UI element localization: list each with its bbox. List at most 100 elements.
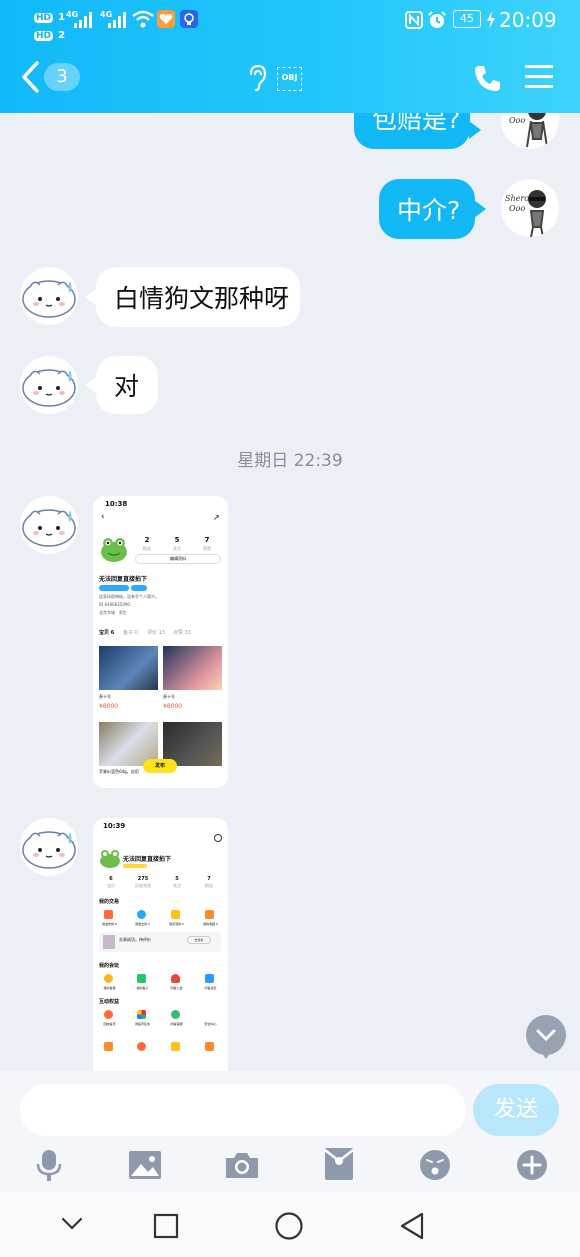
message-bubble-outgoing[interactable]: 中介? — [379, 179, 475, 239]
microphone-icon[interactable] — [35, 1148, 63, 1184]
my-avatar[interactable]: Shero Ooo — [501, 113, 559, 149]
nav-collapse-icon[interactable] — [60, 1215, 84, 1231]
menu-icon[interactable] — [525, 63, 553, 89]
shot-stat-label: 历史浏览 — [135, 883, 151, 888]
emoji-icon[interactable] — [419, 1149, 451, 1181]
message-text: 对 — [114, 372, 140, 401]
shot-edit-button: 编辑资料 — [135, 554, 221, 564]
nav-home-icon[interactable] — [274, 1211, 304, 1241]
svg-text:Shero: Shero — [505, 113, 529, 115]
message-text: 白情狗文那种呀 — [114, 284, 290, 313]
shot-product-title: 苹果ar蓝色64g，自用 — [99, 769, 139, 774]
contact-avatar[interactable] — [20, 267, 78, 325]
shot-stat-num: 6 — [109, 876, 113, 882]
shot-tab: 宝贝 6 — [99, 630, 115, 636]
contact-avatar[interactable] — [20, 818, 78, 876]
shot-product-price: ¥6000 — [99, 703, 119, 710]
shot-perk-label: 回收鱼币 — [103, 1022, 116, 1026]
shot-tab: 点赞 31 — [173, 630, 191, 636]
image-message-account-screenshot[interactable]: 10:39 无法回复直接拍下 6 宝贝 275 历史浏览 5 关注 7 粉丝 我… — [93, 818, 228, 1071]
chevron-down-icon — [536, 1029, 556, 1059]
shot-trade-label: 我买到的 0 — [169, 922, 184, 926]
ear-icon[interactable] — [246, 64, 268, 92]
phone-call-icon[interactable] — [473, 64, 501, 92]
more-plus-icon[interactable] — [516, 1149, 548, 1181]
shot-stat-label: 关注 — [173, 883, 181, 888]
send-button[interactable]: 发送 — [473, 1084, 559, 1136]
shot-section-title: 互动权益 — [99, 999, 120, 1005]
battery-indicator: 45 — [453, 10, 481, 28]
shot-trade-icon — [205, 910, 214, 919]
shot-perk-icon — [137, 1042, 146, 1051]
shot-stat-num: 7 — [207, 876, 211, 882]
svg-text:Ooo: Ooo — [509, 116, 525, 125]
shot-product-title: 贵十号 — [99, 694, 111, 699]
system-nav-bar — [0, 1193, 580, 1257]
shot-perk-icon — [171, 1010, 180, 1019]
shot-product-image — [99, 646, 158, 690]
shot-level-tag — [123, 864, 147, 868]
shot-fun-icon — [205, 974, 214, 983]
unread-count-badge[interactable]: 3 — [44, 63, 80, 91]
chat-header: HD 1 HD 2 4G 4G 45 20:09 3 OBJ — [0, 0, 580, 113]
shot-fun-label: 闲鱼公益 — [170, 986, 183, 990]
shot-banner-button: 去评价 — [187, 936, 211, 944]
shot-settings-icon — [214, 834, 222, 842]
bubble-tail — [469, 121, 481, 139]
back-chevron-icon[interactable] — [20, 60, 42, 94]
shot-perk-icon — [205, 1042, 214, 1051]
shot-stat-num: 2 — [144, 536, 150, 544]
shot-frog-avatar — [101, 538, 127, 562]
shot-perk-label: 闲鱼币任务 — [134, 1022, 150, 1026]
message-bubble-incoming[interactable]: 白情狗文那种呀 — [96, 267, 300, 327]
shot-id: ID 6466625490 — [99, 602, 130, 607]
lightbulb-app-icon — [180, 10, 198, 28]
camera-icon[interactable] — [224, 1150, 260, 1180]
chat-scroll-area[interactable]: 包赔是? Shero Ooo 中介? Shero Ooo — [0, 113, 580, 1071]
shot-trade-icon — [171, 910, 180, 919]
shot-stat-num: 5 — [174, 536, 180, 544]
nav-back-icon[interactable] — [398, 1211, 426, 1241]
contact-avatar[interactable] — [20, 356, 78, 414]
my-avatar[interactable]: Shero Ooo — [501, 179, 559, 237]
image-message-profile-screenshot[interactable]: 10:38 ‹ ↗ 2 粉丝 5 关注 7 获赞 编辑资料 无法回复直接拍下 这… — [93, 496, 228, 788]
shot-perk-icon — [171, 1042, 180, 1051]
alarm-icon — [428, 11, 446, 28]
nav-recents-icon[interactable] — [153, 1213, 179, 1239]
message-bubble-outgoing[interactable]: 包赔是? — [354, 113, 470, 149]
shot-location: 北京东城 · 男生 — [99, 610, 127, 615]
shot-fun-icon — [171, 974, 180, 983]
message-input[interactable] — [20, 1084, 466, 1136]
shot-bio: 这家伙很神秘，没有写个人简介。 — [99, 594, 159, 599]
shot-tab: 评价 13 — [147, 630, 165, 636]
shot-fun-label: 我的鱼子 — [136, 986, 149, 990]
shot-perk-icon — [104, 1010, 113, 1019]
shot-fun-icon — [137, 974, 146, 983]
shot-username: 无法回复直接拍下 — [99, 576, 148, 583]
shot-username: 无法回复直接拍下 — [123, 856, 172, 863]
message-bubble-incoming[interactable]: 对 — [96, 356, 158, 414]
contact-avatar[interactable] — [20, 496, 78, 554]
shot-banner-text: 交易成功，待评价 — [119, 937, 151, 942]
svg-text:Shero: Shero — [505, 194, 529, 203]
scroll-to-bottom-button[interactable] — [526, 1015, 566, 1059]
shot-publish-label: 发布 — [154, 763, 165, 769]
shot-stat-label: 粉丝 — [205, 883, 213, 888]
shot-stat-num: 7 — [204, 536, 210, 544]
sim1-indicator: HD 1 — [34, 5, 65, 24]
wifi-icon — [132, 10, 154, 28]
shot-fun-label: 我的鱼塘 — [103, 986, 116, 990]
shot-publish-button: 发布 — [143, 759, 177, 773]
charging-icon — [487, 11, 495, 29]
image-picker-icon[interactable] — [128, 1150, 162, 1180]
shot-section-title: 我的会玩 — [99, 963, 120, 969]
red-packet-icon[interactable] — [324, 1147, 354, 1181]
shot-perk-label: 闲鱼客服 — [170, 1022, 183, 1026]
shot-trade-icon — [137, 910, 146, 919]
shot-tag — [131, 585, 147, 591]
shot-stat-label: 宝贝 — [107, 883, 115, 888]
shot-perk-icon — [137, 1010, 146, 1019]
shot-share-icon: ↗ — [213, 513, 220, 522]
sim2-indicator: HD 2 — [34, 23, 65, 42]
obj-scan-icon[interactable]: OBJ — [277, 67, 302, 91]
